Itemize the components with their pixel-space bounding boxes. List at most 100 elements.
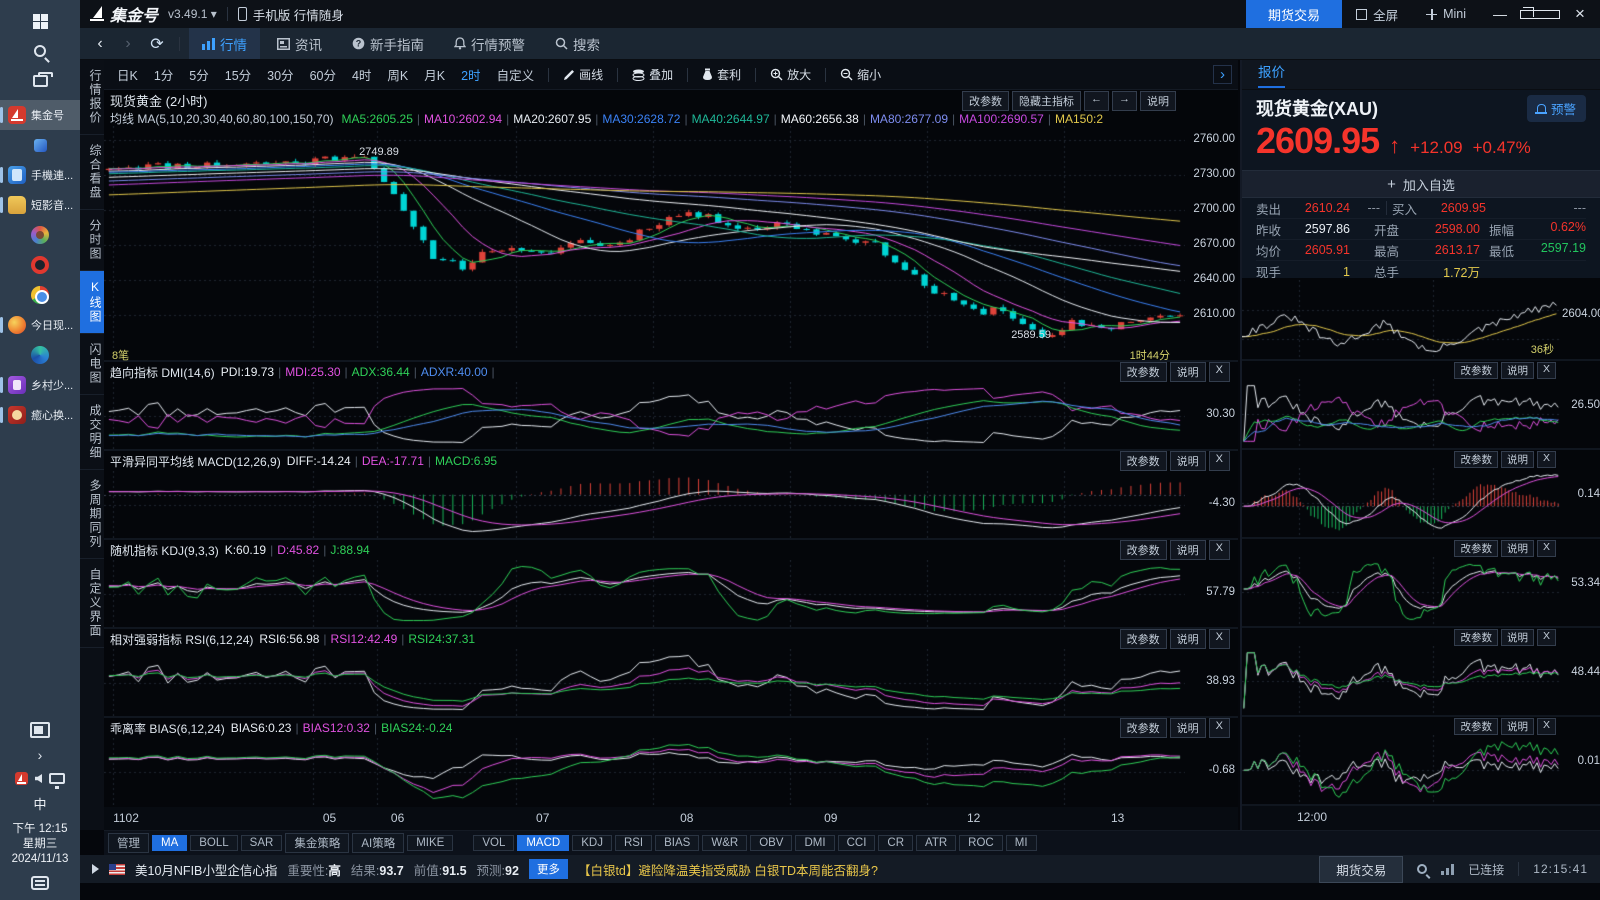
mini-macd-canvas[interactable]	[1242, 468, 1560, 537]
notification-icon[interactable]	[31, 876, 49, 890]
mini-rsi-change-params-button[interactable]: 改参数	[1454, 629, 1498, 646]
mini-dmi-help-button[interactable]: 说明	[1501, 362, 1534, 379]
mini-kdj-canvas[interactable]	[1242, 557, 1560, 626]
rsi-close-button[interactable]: X	[1209, 629, 1230, 649]
bias-chart-canvas[interactable]	[104, 738, 1185, 805]
rsi-change-params-button[interactable]: 改参数	[1120, 629, 1167, 649]
display-icon[interactable]	[49, 773, 65, 784]
alert-button[interactable]: 预警	[1527, 95, 1586, 122]
nav-forward-button[interactable]: ›	[116, 35, 140, 53]
mini-macd-close-button[interactable]: X	[1537, 451, 1556, 468]
taskbar-app-paint[interactable]	[0, 220, 80, 250]
nav-back-button[interactable]: ‹	[88, 35, 112, 53]
view-tab-trade-detail[interactable]: 成交明细	[80, 395, 104, 470]
macd-change-params-button[interactable]: 改参数	[1120, 451, 1167, 471]
period-weekly[interactable]: 周K	[380, 63, 415, 86]
tab-cr[interactable]: CR	[878, 835, 913, 851]
period-30min[interactable]: 30分	[260, 63, 300, 86]
period-1min[interactable]: 1分	[147, 63, 180, 86]
quote-tab[interactable]: 报价	[1258, 61, 1285, 88]
view-tab-composite[interactable]: 综合看盘	[80, 135, 104, 210]
rsi-help-button[interactable]: 说明	[1170, 629, 1206, 649]
view-tab-multi-period[interactable]: 多周期同列	[80, 470, 104, 559]
nav-news-tab[interactable]: 资讯	[264, 28, 335, 59]
close-button[interactable]: ×	[1560, 0, 1600, 28]
tab-vol[interactable]: VOL	[473, 835, 514, 851]
period-2h[interactable]: 2时	[454, 63, 487, 86]
view-tab-custom-layout[interactable]: 自定义界面	[80, 559, 104, 648]
tab-bias[interactable]: BIAS	[655, 835, 699, 851]
add-watchlist-button[interactable]: + 加入自选	[1242, 170, 1600, 198]
version-dropdown[interactable]: v3.49.1 ▾	[168, 7, 217, 21]
zoom-in-tool[interactable]: 放大	[763, 64, 818, 85]
futures-trade-button[interactable]: 期货交易	[1246, 0, 1342, 28]
mini-bias-canvas[interactable]	[1242, 735, 1560, 804]
task-view-button[interactable]	[0, 66, 80, 96]
tab-dmi[interactable]: DMI	[795, 835, 834, 851]
kdj-chart-canvas[interactable]	[104, 560, 1185, 627]
kline-prev-button[interactable]: ←	[1084, 91, 1109, 111]
mini-bias-help-button[interactable]: 说明	[1501, 718, 1534, 735]
taskbar-app-firefox[interactable]: 今日现...	[0, 310, 80, 340]
tab-atr[interactable]: ATR	[916, 835, 956, 851]
mini-price-canvas[interactable]	[1242, 280, 1560, 359]
view-tab-flash[interactable]: 闪电图	[80, 334, 104, 395]
rsi-chart-canvas[interactable]	[104, 649, 1185, 716]
mini-bias-close-button[interactable]: X	[1537, 718, 1556, 735]
tab-manage[interactable]: 管理	[108, 833, 149, 853]
kdj-close-button[interactable]: X	[1209, 540, 1230, 560]
taskbar-app-heart[interactable]: 癒心换...	[0, 400, 80, 430]
dmi-help-button[interactable]: 说明	[1170, 362, 1206, 382]
kdj-change-params-button[interactable]: 改参数	[1120, 540, 1167, 560]
view-tab-kline[interactable]: K线图	[80, 271, 104, 334]
tab-macd[interactable]: MACD	[517, 835, 569, 851]
tab-boll[interactable]: BOLL	[190, 835, 237, 851]
mini-kdj-close-button[interactable]: X	[1537, 540, 1556, 557]
mini-macd-change-params-button[interactable]: 改参数	[1454, 451, 1498, 468]
bias-help-button[interactable]: 说明	[1170, 718, 1206, 738]
bias-close-button[interactable]: X	[1209, 718, 1230, 738]
period-daily[interactable]: 日K	[110, 63, 145, 86]
taskbar-app-village[interactable]: 乡村少...	[0, 370, 80, 400]
tab-ma[interactable]: MA	[152, 835, 187, 851]
draw-line-tool[interactable]: 画线	[556, 64, 610, 85]
arbitrage-tool[interactable]: 套利	[695, 64, 748, 85]
status-search-icon[interactable]	[1417, 864, 1427, 874]
kline-change-params-button[interactable]: 改参数	[962, 91, 1009, 111]
refresh-button[interactable]: ⟳	[144, 34, 170, 54]
overlay-tool[interactable]: 叠加	[625, 64, 680, 85]
view-tab-time-share[interactable]: 分时图	[80, 210, 104, 271]
mobile-version-link[interactable]: 手机版 行情随身	[238, 5, 344, 24]
mini-mode-button[interactable]: Mini	[1412, 0, 1480, 28]
kdj-help-button[interactable]: 说明	[1170, 540, 1206, 560]
mini-dmi-canvas[interactable]	[1242, 379, 1560, 448]
bias-change-params-button[interactable]: 改参数	[1120, 718, 1167, 738]
tab-mike[interactable]: MIKE	[407, 835, 453, 851]
taskbar-app-chrome[interactable]	[0, 280, 80, 310]
macd-help-button[interactable]: 说明	[1170, 451, 1206, 471]
fullscreen-button[interactable]: 全屏	[1342, 0, 1412, 28]
status-futures-button[interactable]: 期货交易	[1319, 856, 1403, 883]
start-button[interactable]	[0, 6, 80, 36]
period-15min[interactable]: 15分	[218, 63, 258, 86]
mini-dmi-close-button[interactable]: X	[1537, 362, 1556, 379]
tray-jijinhao-icon[interactable]	[15, 772, 28, 785]
mini-rsi-canvas[interactable]	[1242, 646, 1560, 715]
kline-hide-main-button[interactable]: 隐藏主指标	[1012, 91, 1081, 111]
restore-button[interactable]	[1520, 0, 1560, 28]
tray-expand-chevron-icon[interactable]: ›	[38, 747, 43, 763]
period-custom[interactable]: 自定义	[490, 63, 542, 86]
news-play-icon[interactable]	[92, 864, 99, 874]
nav-search-tab[interactable]: 搜索	[542, 28, 613, 59]
tab-rsi[interactable]: RSI	[615, 835, 652, 851]
nav-alerts-tab[interactable]: 行情预警	[441, 28, 538, 59]
ime-indicator[interactable]: 中	[33, 794, 46, 813]
kline-next-button[interactable]: →	[1112, 91, 1137, 111]
tab-roc[interactable]: ROC	[959, 835, 1003, 851]
taskbar-search-button[interactable]	[0, 36, 80, 66]
taskbar-app-phone-link[interactable]: 手機連...	[0, 160, 80, 190]
mini-kdj-help-button[interactable]: 说明	[1501, 540, 1534, 557]
tab-wr[interactable]: W&R	[702, 835, 747, 851]
taskbar-app-jijinhao[interactable]: 集金号	[0, 100, 80, 130]
zoom-out-tool[interactable]: 缩小	[833, 64, 888, 85]
